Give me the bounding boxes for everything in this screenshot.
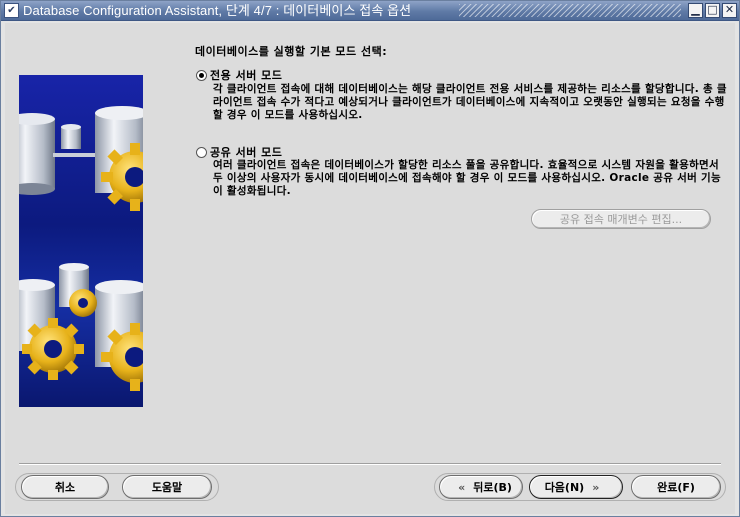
shared-server-option[interactable]: 공유 서버 모드 [196, 145, 282, 159]
window-menu-icon[interactable]: ✔ [4, 3, 19, 18]
database-gears-graphic [19, 106, 143, 391]
shared-server-label[interactable]: 공유 서버 모드 [210, 144, 282, 160]
edit-shared-connection-parameters-button[interactable]: 공유 접속 매개변수 편집... [531, 209, 711, 229]
dedicated-server-description: 각 클라이언트 접속에 대해 데이터베이스는 해당 클라이언트 전용 서비스를 … [213, 83, 727, 121]
dedicated-server-radio[interactable] [196, 69, 207, 81]
footer-separator [19, 463, 721, 465]
database-gears-illustration [19, 75, 143, 407]
maximize-icon[interactable]: □ [705, 3, 720, 18]
next-button-label: 다음(N) [544, 481, 585, 494]
title-bar-texture [459, 4, 681, 17]
close-icon[interactable]: ✕ [722, 3, 737, 18]
back-button[interactable]: « 뒤로(B) [439, 475, 523, 499]
help-button[interactable]: 도움말 [122, 475, 212, 499]
mode-selection-title: 데이터베이스를 실행할 기본 모드 선택: [195, 45, 388, 58]
shared-server-description: 여러 클라이언트 접속은 데이터베이스가 할당한 리소스 풀을 공유합니다. 효… [213, 159, 721, 197]
back-button-label: 뒤로(B) [473, 481, 512, 494]
next-arrow-icon: » [592, 480, 600, 494]
shared-server-radio[interactable] [196, 146, 207, 158]
title-bar[interactable]: ✔ Database Configuration Assistant, 단계 4… [1, 1, 739, 21]
dedicated-server-option[interactable]: 전용 서버 모드 [196, 68, 282, 82]
finish-button[interactable]: 완료(F) [631, 475, 721, 499]
back-arrow-icon: « [458, 480, 466, 494]
cancel-button[interactable]: 취소 [21, 475, 109, 499]
next-button[interactable]: 다음(N) » [529, 475, 623, 499]
dedicated-server-label[interactable]: 전용 서버 모드 [210, 67, 282, 83]
dbca-window: ✔ Database Configuration Assistant, 단계 4… [0, 0, 740, 517]
minimize-icon[interactable]: ▁ [688, 3, 703, 18]
window-title: Database Configuration Assistant, 단계 4/7… [23, 3, 412, 18]
